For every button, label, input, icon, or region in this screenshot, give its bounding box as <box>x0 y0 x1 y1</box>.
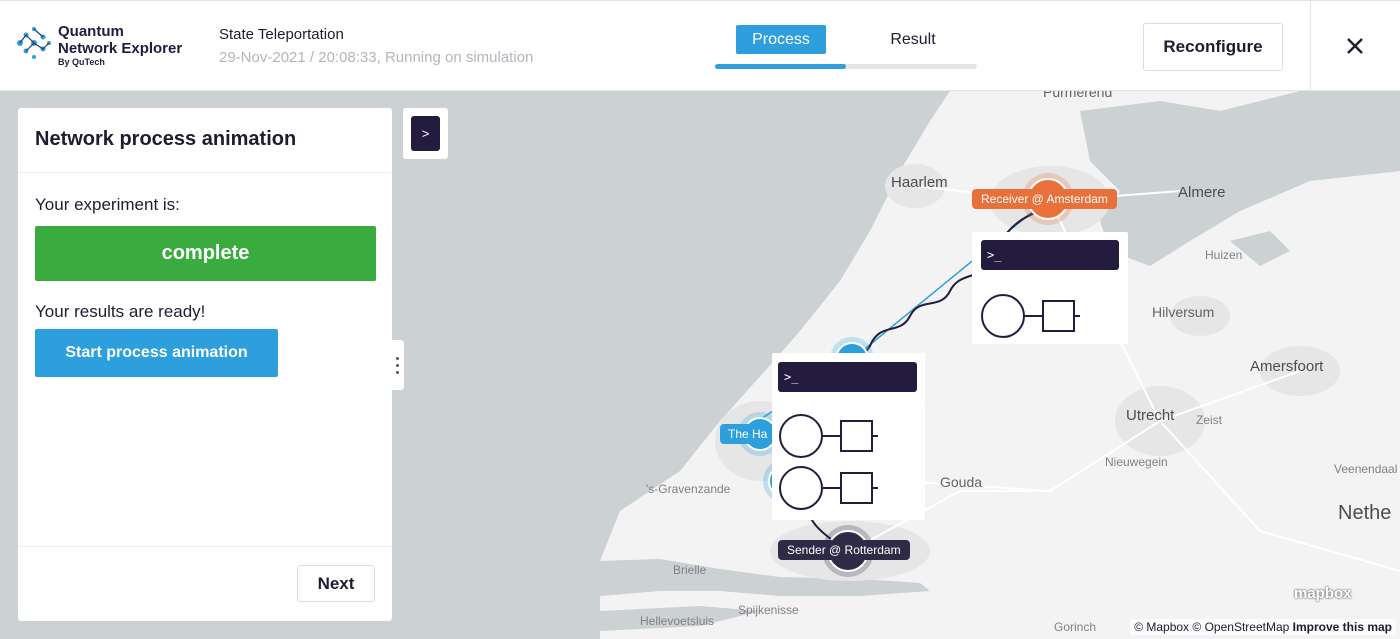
panel-divider <box>18 172 392 173</box>
place-zeist: Zeist <box>1196 413 1223 427</box>
place-spijkenisse: Spijkenisse <box>738 603 799 617</box>
receiver-circuit-card <box>972 284 1128 344</box>
place-gravenzande: 's-Gravenzande <box>646 482 731 496</box>
close-icon[interactable] <box>1343 34 1367 58</box>
place-haarlem: Haarlem <box>891 174 948 191</box>
reconfigure-button[interactable]: Reconfigure <box>1143 23 1283 71</box>
place-purmerend: Purmerend <box>1043 91 1113 100</box>
place-utrecht: Utrecht <box>1126 407 1175 424</box>
next-button[interactable]: Next <box>297 565 375 602</box>
panel-title: Network process animation <box>35 128 297 150</box>
attribution-osm[interactable]: © OpenStreetMap <box>1192 620 1289 634</box>
attribution-mapbox[interactable]: © Mapbox <box>1134 620 1189 634</box>
handle-dot <box>396 364 399 367</box>
sender-terminal[interactable]: >_ <box>778 362 917 392</box>
tab-process[interactable]: Process <box>736 25 826 54</box>
place-nieuwegein: Nieuwegein <box>1105 455 1168 469</box>
status-badge: complete <box>35 226 376 281</box>
app-header: Quantum Network Explorer By QuTech State… <box>0 0 1400 92</box>
receiver-terminal-card: >_ <box>972 232 1128 284</box>
attribution-improve[interactable]: Improve this map <box>1293 620 1392 634</box>
handle-dot <box>396 371 399 374</box>
sender-qubit-circuit <box>779 414 878 510</box>
receiver-qubit-circuit <box>981 294 1080 338</box>
sender-node-label[interactable]: Sender @ Rotterdam <box>778 540 910 560</box>
hague-node-label[interactable]: The Ha <box>720 424 776 444</box>
place-brielle: Brielle <box>673 563 707 577</box>
step-progress-fill <box>715 64 846 69</box>
place-gouda: Gouda <box>940 474 983 490</box>
mapbox-logo[interactable]: mapbox <box>1294 585 1352 602</box>
place-almere: Almere <box>1178 184 1226 201</box>
tab-result[interactable]: Result <box>868 25 958 54</box>
logo-line-1: Quantum <box>58 23 124 40</box>
place-hilversum: Hilversum <box>1152 304 1215 320</box>
experiment-subtitle: 29-Nov-2021 / 20:08:33, Running on simul… <box>219 49 534 66</box>
process-panel: Network process animation Your experimen… <box>18 108 392 621</box>
place-netherlands: Nethe <box>1338 502 1392 524</box>
results-ready-label: Your results are ready! <box>35 302 206 321</box>
panel-resize-handle[interactable] <box>392 340 404 390</box>
receiver-terminal[interactable]: >_ <box>981 240 1119 270</box>
map-attribution: © Mapbox © OpenStreetMap Improve this ma… <box>1130 619 1396 635</box>
logo-line-3: By QuTech <box>58 57 105 67</box>
logo-text: Quantum Network Explorer By QuTech <box>58 23 182 68</box>
handle-dot <box>396 357 399 360</box>
place-gorinchem: Gorinch <box>1054 620 1097 634</box>
place-hellevoetsluis: Hellevoetsluis <box>640 614 715 628</box>
start-animation-button[interactable]: Start process animation <box>35 329 278 377</box>
step-progress-bar <box>715 64 977 69</box>
panel-footer-divider <box>18 546 392 547</box>
sender-terminal-card: >_ <box>772 353 925 403</box>
experiment-title: State Teleportation <box>219 26 344 43</box>
panel-toggle: > <box>403 108 448 159</box>
receiver-node-label[interactable]: Receiver @ Amsterdam <box>972 189 1117 209</box>
sender-circuit-card <box>772 403 925 520</box>
place-huizen: Huizen <box>1205 248 1243 262</box>
logo-line-2: Network Explorer <box>58 40 183 57</box>
place-veenendaal: Veenendaal <box>1334 462 1398 476</box>
experiment-status-label: Your experiment is: <box>35 195 180 214</box>
header-divider <box>1310 1 1311 92</box>
panel-toggle-button[interactable]: > <box>411 116 440 151</box>
app-logo[interactable]: Quantum Network Explorer By QuTech <box>16 23 201 67</box>
place-amersfoort: Amersfoort <box>1250 358 1324 375</box>
quantum-network-logo-icon <box>17 27 51 59</box>
